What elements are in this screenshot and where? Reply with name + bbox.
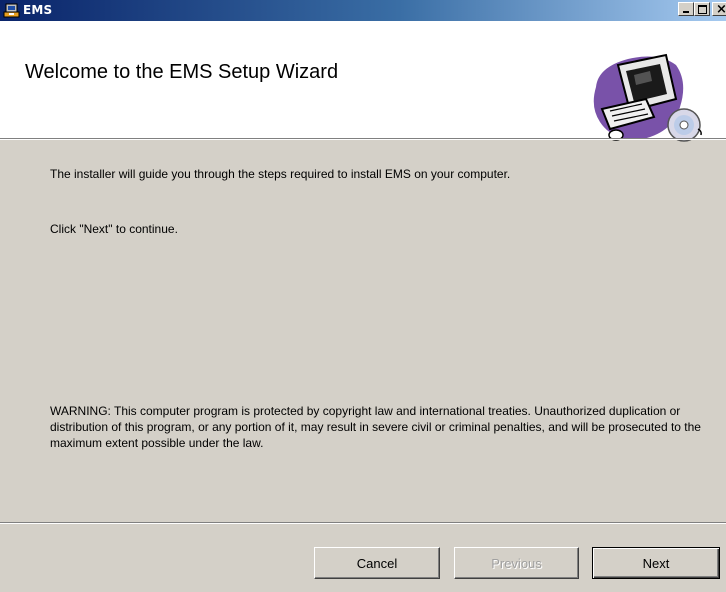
title-bar[interactable]: EMS × <box>0 0 726 21</box>
computer-cd-icon <box>588 47 706 149</box>
window-title: EMS <box>23 3 53 17</box>
installer-icon <box>3 2 20 19</box>
next-button[interactable]: Next <box>592 547 720 579</box>
banner-divider <box>0 138 726 140</box>
maximize-button[interactable] <box>694 2 710 16</box>
previous-button[interactable]: Previous <box>454 547 579 579</box>
cancel-button[interactable]: Cancel <box>314 547 440 579</box>
minimize-button[interactable] <box>678 2 694 16</box>
setup-wizard-window: EMS × Welcome to the EMS Setup Wizard Th… <box>0 0 726 592</box>
close-button[interactable]: × <box>712 2 726 17</box>
footer-divider <box>0 522 726 524</box>
wizard-banner: Welcome to the EMS Setup Wizard <box>0 21 726 142</box>
next-hint-text: Click "Next" to continue. <box>50 222 178 236</box>
page-title: Welcome to the EMS Setup Wizard <box>25 61 339 83</box>
close-icon: × <box>716 2 726 17</box>
intro-text: The installer will guide you through the… <box>50 167 511 181</box>
copyright-warning: WARNING: This computer program is protec… <box>50 404 701 450</box>
